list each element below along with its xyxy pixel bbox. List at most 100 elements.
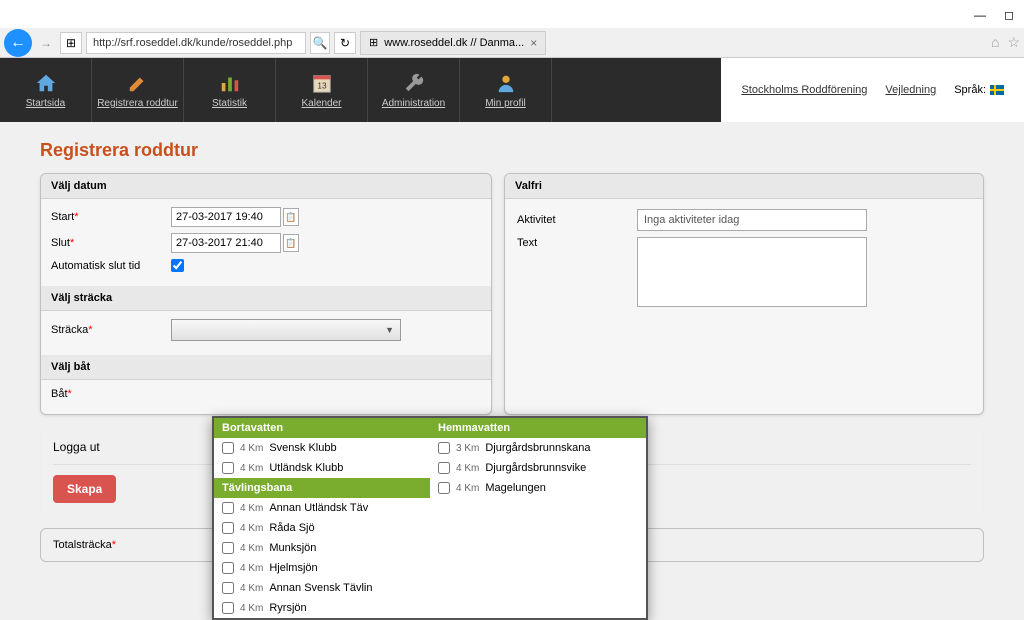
home-icon — [35, 72, 57, 94]
nav-statistik[interactable]: Statistik — [184, 58, 276, 122]
popup-item-checkbox[interactable] — [222, 462, 234, 474]
popup-item-name: Hjelmsjön — [269, 562, 317, 574]
skapa-button[interactable]: Skapa — [53, 475, 116, 503]
back-button[interactable]: ← — [4, 29, 32, 57]
popup-item-name: Annan Utländsk Täv — [269, 502, 368, 514]
popup-item-km: 4 Km — [240, 523, 263, 534]
slut-input[interactable] — [171, 233, 281, 253]
forward-button[interactable]: → — [36, 33, 56, 53]
popup-item-checkbox[interactable] — [222, 442, 234, 454]
search-dropdown[interactable]: 🔍 — [310, 32, 330, 54]
text-textarea[interactable] — [637, 237, 867, 307]
user-icon — [495, 72, 517, 94]
text-label: Text — [517, 237, 637, 249]
popup-item-name: Munksjön — [269, 542, 316, 554]
stracka-label: Sträcka* — [51, 324, 171, 336]
chevron-down-icon: ▼ — [385, 325, 394, 335]
popup-item-name: Utländsk Klubb — [269, 462, 343, 474]
popup-item[interactable]: 4 Km Råda Sjö — [214, 518, 430, 538]
nav-registrera[interactable]: Registrera roddtur — [92, 58, 184, 122]
calendar-picker-icon[interactable]: 📋 — [283, 234, 299, 252]
nav-startsida[interactable]: Startsida — [0, 58, 92, 122]
page-title: Registrera roddtur — [40, 140, 984, 161]
maximize-button[interactable]: ◻ — [1004, 8, 1016, 20]
popup-item-km: 4 Km — [240, 543, 263, 554]
popup-item-checkbox[interactable] — [222, 542, 234, 554]
nav-kalender[interactable]: 13 Kalender — [276, 58, 368, 122]
popup-item[interactable]: 4 Km Munksjön — [214, 538, 430, 558]
tab-close-button[interactable]: × — [530, 36, 537, 50]
popup-item-name: Djurgårdsbrunnskana — [485, 442, 590, 454]
popup-item-checkbox[interactable] — [222, 602, 234, 614]
valfri-header: Valfri — [505, 174, 983, 199]
nav-minprofil[interactable]: Min profil — [460, 58, 552, 122]
popup-item-km: 4 Km — [240, 443, 263, 454]
popup-group-header: Hemmavatten — [430, 418, 646, 438]
help-link[interactable]: Vejledning — [885, 84, 936, 96]
popup-item[interactable]: 4 KmDjurgårdsbrunnsvike — [430, 458, 646, 478]
popup-item-checkbox[interactable] — [222, 522, 234, 534]
popup-item[interactable]: 3 KmDjurgårdsbrunnskana — [430, 438, 646, 458]
popup-item-checkbox[interactable] — [222, 562, 234, 574]
popup-item-checkbox[interactable] — [222, 582, 234, 594]
refresh-button[interactable]: ↻ — [334, 32, 356, 54]
popup-item[interactable]: 4 Km Annan Svensk Tävlin — [214, 578, 430, 598]
calendar-icon: 13 — [311, 72, 333, 94]
auto-slut-checkbox[interactable] — [171, 259, 184, 272]
popup-item[interactable]: 4 KmMagelungen — [430, 478, 646, 498]
calendar-picker-icon[interactable]: 📋 — [283, 208, 299, 226]
popup-group-header: Bortavatten — [214, 418, 430, 438]
auto-slut-label: Automatisk slut tid — [51, 260, 171, 272]
popup-item-checkbox[interactable] — [438, 462, 450, 474]
window-titlebar: — ◻ — [0, 0, 1024, 28]
popup-item-checkbox[interactable] — [438, 442, 450, 454]
popup-item[interactable]: 4 Km Ryrsjön — [214, 598, 430, 618]
popup-item-name: Svensk Klubb — [269, 442, 336, 454]
start-label: Start* — [51, 211, 171, 223]
left-panel: Välj datum Start* 📋 Slut* 📋 Automatisk s… — [40, 173, 492, 415]
stracka-dropdown[interactable]: ▼ — [171, 319, 401, 341]
popup-item-km: 4 Km — [240, 463, 263, 474]
stracka-dropdown-popup: Bortavatten 4 Km Svensk Klubb 4 Km Utländsk … — [212, 416, 648, 620]
popup-item[interactable]: 4 Km Hjelmsjön — [214, 558, 430, 578]
url-field[interactable]: http://srf.roseddel.dk/kunde/roseddel.ph… — [86, 32, 306, 54]
wrench-icon — [403, 72, 425, 94]
popup-item-km: 4 Km — [456, 463, 479, 474]
slut-label: Slut* — [51, 237, 171, 249]
nav-right-links: Stockholms Roddförening Vejledning Språk… — [721, 58, 1024, 122]
tab-title: www.roseddel.dk // Danma... — [384, 37, 524, 49]
home-icon[interactable]: ⌂ — [991, 34, 999, 51]
browser-tab[interactable]: ⊞ www.roseddel.dk // Danma... × — [360, 31, 546, 55]
svg-text:13: 13 — [317, 81, 327, 90]
aktivitet-label: Aktivitet — [517, 214, 637, 226]
url-prefix-icon: ⊞ — [60, 32, 82, 54]
popup-item-km: 4 Km — [240, 563, 263, 574]
popup-item-name: Ryrsjön — [269, 602, 306, 614]
top-navigation: Startsida Registrera roddtur Statistik 1… — [0, 58, 1024, 122]
minimize-button[interactable]: — — [974, 8, 986, 20]
nav-administration[interactable]: Administration — [368, 58, 460, 122]
bat-header: Välj båt — [41, 355, 491, 380]
start-input[interactable] — [171, 207, 281, 227]
popup-item-name: Annan Svensk Tävlin — [269, 582, 372, 594]
aktivitet-input[interactable] — [637, 209, 867, 231]
page-content: Registrera roddtur Välj datum Start* 📋 S… — [0, 122, 1024, 572]
popup-item[interactable]: 4 Km Utländsk Klubb — [214, 458, 430, 478]
popup-item-checkbox[interactable] — [222, 502, 234, 514]
browser-addressbar: ← → ⊞ http://srf.roseddel.dk/kunde/rosed… — [0, 28, 1024, 58]
popup-item-name: Råda Sjö — [269, 522, 314, 534]
popup-item-checkbox[interactable] — [438, 482, 450, 494]
popup-item-km: 4 Km — [456, 483, 479, 494]
language-selector[interactable]: Språk: — [954, 84, 1004, 96]
popup-item-km: 4 Km — [240, 583, 263, 594]
popup-item[interactable]: 4 Km Svensk Klubb — [214, 438, 430, 458]
tab-favicon: ⊞ — [369, 36, 378, 49]
popup-item-km: 4 Km — [240, 603, 263, 614]
popup-group-header: Tävlingsbana — [214, 478, 430, 498]
popup-item[interactable]: 4 KmAnnan Utländsk Täv — [214, 498, 430, 518]
popup-column: Bortavatten 4 Km Svensk Klubb 4 Km Utländsk … — [214, 418, 430, 618]
right-panel: Valfri Aktivitet Text — [504, 173, 984, 415]
favorites-icon[interactable]: ☆ — [1007, 34, 1020, 51]
stracka-header: Välj sträcka — [41, 286, 491, 311]
club-link[interactable]: Stockholms Roddförening — [741, 84, 867, 96]
